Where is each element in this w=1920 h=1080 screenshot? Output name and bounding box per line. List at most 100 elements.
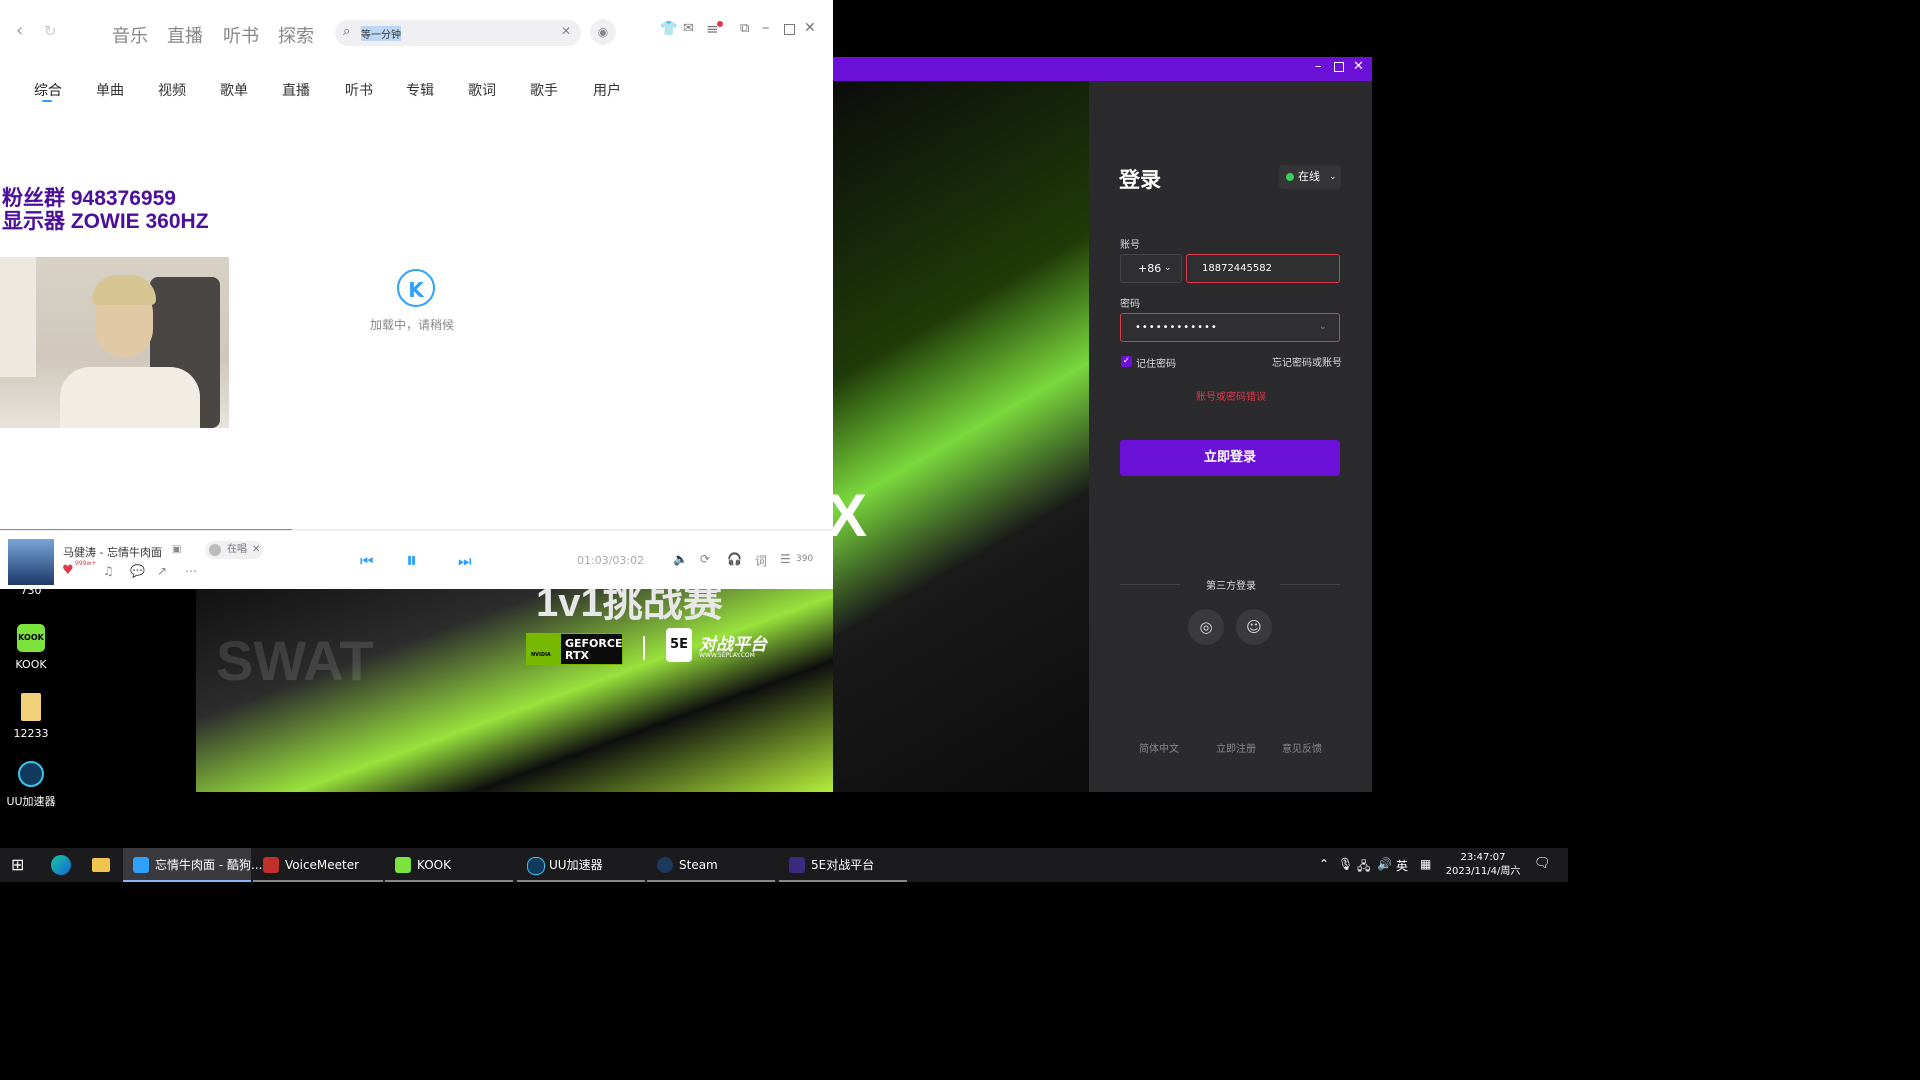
like-count: 999w+ (75, 560, 97, 567)
banner-art-text: SWAT (216, 629, 374, 692)
5e-titlebar: – ✕ (833, 57, 1372, 81)
clock[interactable]: 23:47:07 2023/11/4/周六 (1444, 851, 1522, 879)
weibo-icon[interactable]: ◎ (1188, 609, 1224, 645)
tab-videos[interactable]: 视频 (158, 80, 186, 100)
search-input[interactable]: 等一分钟 (361, 26, 401, 41)
notification-center-icon[interactable]: 🗨 (1534, 856, 1551, 871)
remember-checkbox[interactable]: ✓ (1121, 356, 1132, 367)
mini-mode-icon[interactable]: ⧉ (740, 21, 749, 36)
geforce-rtx-badge: NVIDIA GEFORCE RTX (526, 633, 623, 665)
search-icon: ⌕ (343, 24, 351, 39)
volume-icon[interactable]: 🔈 (673, 552, 688, 566)
tab-live[interactable]: 直播 (282, 80, 310, 100)
loop-icon[interactable]: ⟳ (700, 552, 710, 566)
file-explorer-icon[interactable] (92, 858, 110, 872)
close-icon[interactable]: ✕ (804, 20, 816, 36)
edge-icon[interactable] (51, 855, 71, 875)
comment-icon[interactable]: 💬 (130, 564, 145, 578)
tab-playlists[interactable]: 歌单 (220, 80, 248, 100)
lyrics-button[interactable]: 词 (755, 552, 767, 569)
taskbar-running-indicator (253, 880, 383, 882)
divider-left (1120, 584, 1180, 585)
pause-icon[interactable]: ⏸ (406, 548, 417, 573)
taskbar-app-5e[interactable]: 5E对战平台 (779, 848, 907, 882)
previous-icon[interactable]: ⏮ (360, 552, 374, 570)
close-icon[interactable]: ✕ (252, 541, 260, 559)
taskbar-app-kugou[interactable]: 忘情牛肉面 - 酷狗... (123, 848, 262, 882)
search-bar[interactable]: ⌕ 等一分钟 ✕ (335, 20, 581, 46)
next-icon[interactable]: ⏭ (458, 552, 472, 570)
tab-users[interactable]: 用户 (593, 80, 621, 100)
minimize-icon[interactable]: – (1315, 59, 1322, 74)
more-icon[interactable]: ⋯ (185, 564, 197, 578)
player-bar: 马健涛 - 忘情牛肉面 ▣ 在唱 ✕ ♥ 999w+ ♫ 💬 ↗ ⋯ ⏮ ⏸ ⏭… (0, 530, 833, 589)
heart-icon[interactable]: ♥ (62, 563, 74, 578)
register-link[interactable]: 立即注册 (1216, 740, 1256, 755)
country-code-select[interactable]: +86 ⌄ (1120, 254, 1182, 283)
album-cover[interactable] (8, 539, 54, 585)
taskbar-app-voicemeeter[interactable]: VoiceMeeter (253, 848, 383, 882)
mv-icon[interactable]: ▣ (172, 544, 181, 555)
song-title[interactable]: 马健涛 - 忘情牛肉面 (63, 544, 162, 560)
taskbar-app-kook[interactable]: KOOK (385, 848, 513, 882)
account-input[interactable]: 18872445582 (1186, 254, 1340, 283)
language-select[interactable]: 简体中文 (1139, 740, 1179, 755)
windows-start-icon[interactable]: ⊞ (11, 855, 24, 874)
taskbar-app-label: 忘情牛肉面 - 酷狗... (155, 858, 263, 872)
share-icon[interactable]: ↗ (157, 564, 167, 578)
voicemeeter-icon (263, 857, 279, 873)
taskbar-app-steam[interactable]: Steam (647, 848, 775, 882)
maximize-icon[interactable] (1334, 62, 1344, 72)
tab-artists[interactable]: 歌手 (530, 80, 558, 100)
nav-audiobook[interactable]: 听书 (223, 22, 259, 48)
taskbar-app-uu[interactable]: UU加速器 (517, 848, 645, 882)
skin-icon[interactable]: 👕 (660, 21, 677, 37)
ime-mode-icon[interactable]: ▦ (1420, 857, 1431, 871)
account-value: 18872445582 (1202, 263, 1272, 274)
chevron-down-icon[interactable]: ⌄ (1319, 314, 1327, 341)
desktop-icon-folder[interactable]: 12233 (4, 693, 58, 740)
nvidia-text: NVIDIA (531, 652, 551, 658)
5e-icon (789, 857, 805, 873)
password-input[interactable]: •••••••••••• ⌄ (1120, 313, 1340, 342)
clear-icon[interactable]: ✕ (561, 24, 571, 38)
kugou-logo-icon: K (397, 269, 435, 307)
tab-lyrics[interactable]: 歌词 (468, 80, 496, 100)
active-tab-indicator (42, 100, 52, 102)
feedback-link[interactable]: 意见反馈 (1282, 740, 1322, 755)
login-button[interactable]: 立即登录 (1120, 440, 1340, 476)
tab-albums[interactable]: 专辑 (406, 80, 434, 100)
forgot-link[interactable]: 忘记密码或账号 (1272, 354, 1342, 369)
tab-audiobooks[interactable]: 听书 (345, 80, 373, 100)
speaker-icon[interactable]: 🔊 (1377, 857, 1392, 871)
singing-tag[interactable]: 在唱 ✕ (205, 541, 263, 559)
close-icon[interactable]: ✕ (1353, 59, 1364, 74)
desktop-icon-uu[interactable]: UU加速器 (4, 761, 58, 809)
headphones-icon[interactable]: 🎧 (727, 552, 742, 566)
nav-music[interactable]: 音乐 (112, 22, 148, 48)
tray-expand-icon[interactable]: ⌃ (1319, 857, 1329, 871)
5e-url-text: WWW.5EPLAY.COM (699, 652, 755, 659)
divider-right (1280, 584, 1340, 585)
tab-all[interactable]: 综合 (34, 80, 62, 100)
status-dropdown[interactable]: 在线 ⌄ (1279, 165, 1341, 189)
maximize-icon[interactable] (784, 24, 795, 35)
mail-icon[interactable]: ✉ (683, 21, 694, 36)
minimize-icon[interactable]: – (762, 18, 770, 36)
playlist-icon[interactable]: ☰ (780, 552, 791, 566)
desktop-icon-kook[interactable]: KOOK KOOK (4, 624, 58, 671)
microphone-icon[interactable]: 🎙 (1338, 857, 1353, 871)
back-icon[interactable]: ‹ (16, 20, 23, 41)
nav-live[interactable]: 直播 (167, 22, 203, 48)
game-banner: SWAT 1v1挑战赛 NVIDIA GEFORCE RTX 5E 对战平台 W… (196, 588, 833, 792)
wechat-icon[interactable]: ☺ (1236, 609, 1272, 645)
voice-search-icon[interactable]: ◉ (590, 19, 616, 45)
notification-dot (717, 21, 723, 27)
nav-explore[interactable]: 探索 (278, 22, 314, 48)
tab-singles[interactable]: 单曲 (96, 80, 124, 100)
sound-effect-icon[interactable]: ♫ (103, 564, 114, 578)
password-label: 密码 (1120, 299, 1140, 310)
network-icon[interactable]: 🖧 (1357, 857, 1370, 878)
ime-indicator[interactable]: 英 (1396, 857, 1408, 874)
refresh-icon[interactable]: ↻ (44, 22, 57, 40)
